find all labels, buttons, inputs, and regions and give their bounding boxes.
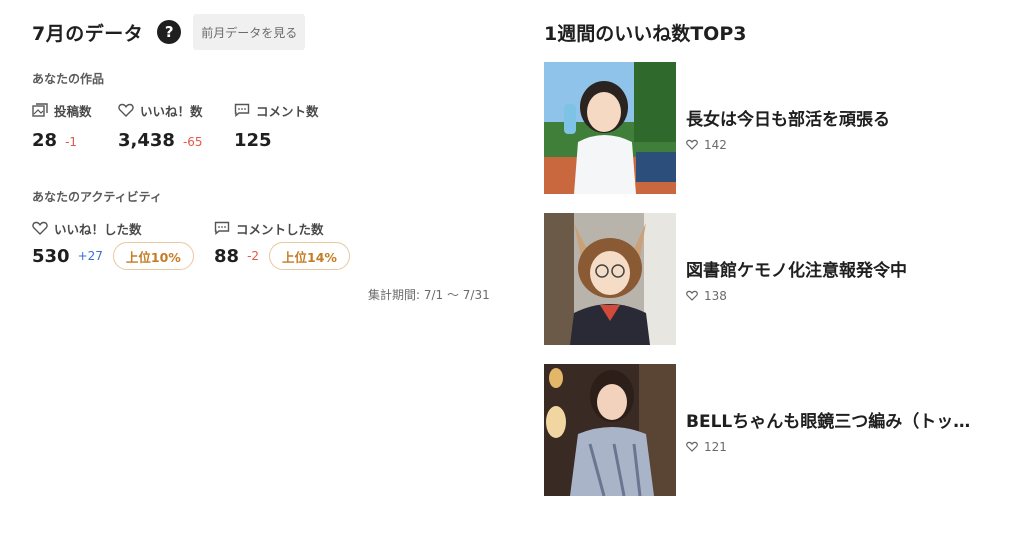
- posts-label: 投稿数: [54, 103, 92, 119]
- comments-given-label: コメントした数: [236, 221, 324, 237]
- your-works-label: あなたの作品: [32, 72, 105, 86]
- top3-panel: 1週間のいいね数TOP3 長女は今日も部活を頑張る 142 図書館ケモノ化注意報…: [544, 14, 1014, 496]
- artwork-thumbnail[interactable]: [544, 213, 676, 345]
- posts-icon: [32, 103, 48, 117]
- help-icon[interactable]: ?: [157, 20, 182, 44]
- stat-likes: いいね！数 3,438 -65: [118, 102, 203, 152]
- page: 7月のデータ ? 前月データを見る あなたの作品 投稿数 28 -1 いいね！数…: [0, 0, 1024, 539]
- monthly-data-panel: 7月のデータ ? 前月データを見る あなたの作品 投稿数 28 -1 いいね！数…: [32, 14, 512, 302]
- artwork-title[interactable]: BELLちゃんも眼鏡三つ編み（トッ…: [686, 407, 1014, 432]
- top3-title: 1週間のいいね数TOP3: [544, 22, 747, 45]
- artwork-thumbnail[interactable]: [544, 62, 676, 194]
- stat-comments: コメント数 125: [234, 102, 319, 152]
- likes-given-rank-badge: 上位10%: [112, 242, 194, 270]
- heart-icon: [32, 221, 48, 235]
- like-count-value: 138: [704, 288, 727, 303]
- previous-month-button[interactable]: 前月データを見る: [193, 14, 306, 50]
- aggregation-period: 集計期間: 7/1 〜 7/31: [368, 288, 490, 302]
- page-title: 7月のデータ: [32, 22, 144, 45]
- artwork-like-count: 142: [686, 138, 1014, 152]
- monthly-header: 7月のデータ ? 前月データを見る: [32, 14, 512, 50]
- like-count-value: 142: [704, 137, 727, 152]
- likes-value: 3,438: [118, 130, 175, 151]
- heart-icon: [686, 290, 698, 301]
- likes-diff: -65: [182, 135, 203, 149]
- likes-given-diff: +27: [77, 249, 103, 263]
- likes-label: いいね！数: [140, 103, 203, 119]
- artwork-title[interactable]: 長女は今日も部活を頑張る: [686, 105, 1014, 130]
- like-count-value: 121: [704, 439, 727, 454]
- your-activity-label: あなたのアクティビティ: [32, 190, 162, 204]
- artwork-thumbnail[interactable]: [544, 364, 676, 496]
- comments-label: コメント数: [256, 103, 319, 119]
- top3-item[interactable]: BELLちゃんも眼鏡三つ編み（トッ… 121: [544, 364, 1014, 496]
- comments-given-value: 88: [214, 245, 240, 267]
- heart-icon: [686, 441, 698, 452]
- artwork-like-count: 121: [686, 440, 1014, 454]
- top3-item[interactable]: 図書館ケモノ化注意報発令中 138: [544, 213, 1014, 345]
- heart-icon: [118, 103, 134, 117]
- artwork-title[interactable]: 図書館ケモノ化注意報発令中: [686, 256, 1014, 281]
- posts-value: 28: [32, 130, 58, 151]
- stat-comments-given: コメントした数 88 -2 上位14%: [214, 220, 350, 270]
- stat-likes-given: いいね！した数 530 +27 上位10%: [32, 220, 194, 270]
- likes-given-value: 530: [32, 245, 70, 267]
- stat-posts: 投稿数 28 -1: [32, 102, 92, 151]
- posts-diff: -1: [65, 135, 78, 149]
- comment-icon: [234, 103, 250, 117]
- heart-icon: [686, 139, 698, 150]
- comments-given-rank-badge: 上位14%: [269, 242, 350, 270]
- comment-icon: [214, 221, 230, 235]
- likes-given-label: いいね！した数: [54, 221, 142, 237]
- comments-given-diff: -2: [247, 249, 260, 263]
- top3-item[interactable]: 長女は今日も部活を頑張る 142: [544, 62, 1014, 194]
- artwork-like-count: 138: [686, 289, 1014, 303]
- comments-value: 125: [234, 130, 272, 151]
